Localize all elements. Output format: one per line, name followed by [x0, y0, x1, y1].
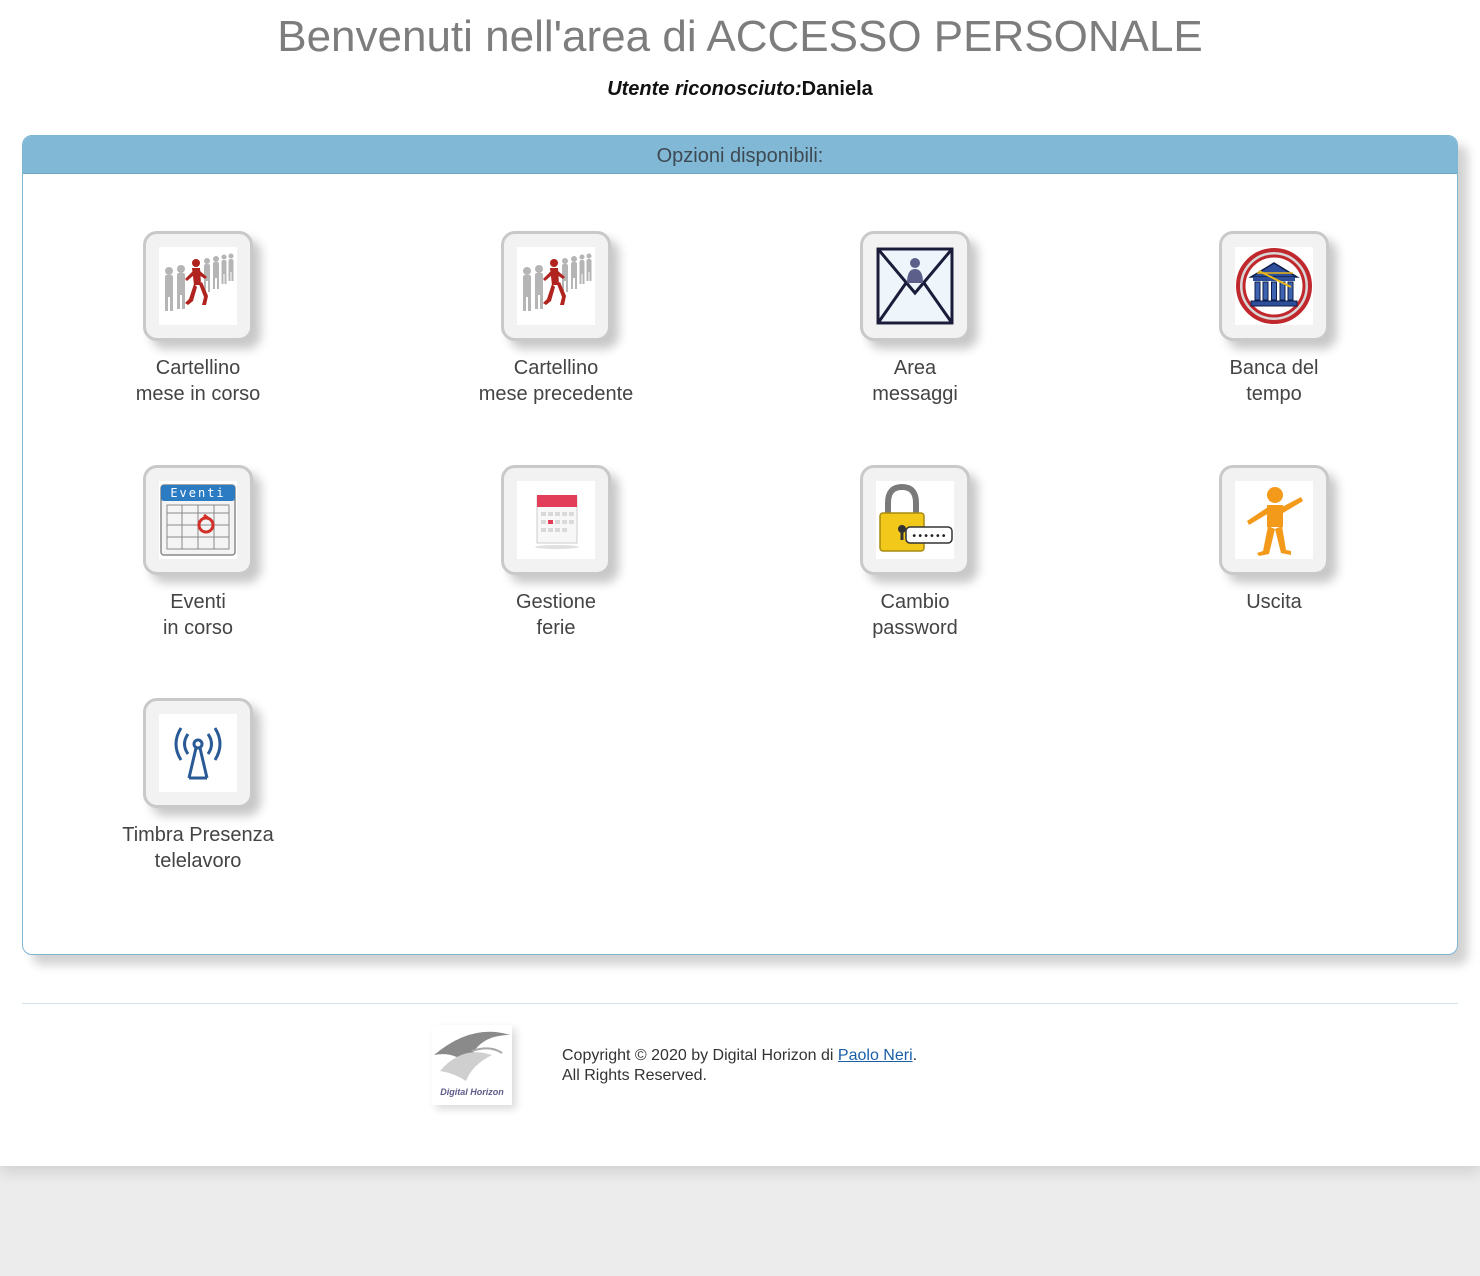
copyright-suffix: .	[912, 1047, 918, 1064]
footer-copyright: Copyright © 2020 by Digital Horizon di P…	[562, 1046, 917, 1086]
tile-label-line1: Gestione	[515, 591, 597, 613]
footer-logo: Digital Horizon	[432, 1025, 512, 1105]
tile-label[interactable]: Cambio password	[805, 589, 1025, 641]
page-title: Benvenuti nell'area di ACCESSO PERSONALE	[277, 12, 1203, 61]
tile-label[interactable]: Eventi in corso	[88, 589, 308, 641]
panel-header: Opzioni disponibili:	[23, 136, 1457, 174]
tile-label-line1: Uscita	[1246, 591, 1302, 613]
tile-label[interactable]: Gestione ferie	[446, 589, 666, 641]
tile-cartellino-mese-precedente[interactable]: Cartellino mese precedente	[446, 231, 666, 407]
tile-label-line1: Banca del	[1229, 357, 1319, 379]
footer-divider	[22, 1003, 1458, 1004]
tile-button[interactable]	[143, 231, 253, 341]
tile-label[interactable]: Uscita	[1164, 589, 1384, 615]
tile-button[interactable]	[1219, 231, 1329, 341]
tile-button[interactable]	[143, 698, 253, 808]
tile-gestione-ferie[interactable]: Gestione ferie	[446, 465, 666, 641]
antenna-icon	[174, 727, 222, 780]
tile-uscita[interactable]: Uscita	[1164, 465, 1384, 615]
author-link[interactable]: Paolo Neri	[838, 1047, 913, 1064]
tile-label[interactable]: Area messaggi	[805, 355, 1025, 407]
rights-text: All Rights Reserved.	[562, 1067, 707, 1084]
tile-area-messaggi[interactable]: Area messaggi	[805, 231, 1025, 407]
padlock-icon: ••••••	[879, 483, 953, 552]
person-icon	[1247, 487, 1303, 556]
tile-label-line1: Cambio	[880, 591, 950, 613]
tile-label-line2: tempo	[1246, 383, 1302, 405]
envelope-icon	[876, 247, 954, 325]
tile-label-line1: Cartellino	[155, 357, 241, 379]
tile-button[interactable]	[501, 465, 611, 575]
recognized-user: Utente riconosciuto:Daniela	[0, 78, 1480, 101]
tile-label[interactable]: Cartellino mese in corso	[88, 355, 308, 407]
tile-eventi-in-corso[interactable]: Eventi Eventi in corso	[88, 465, 308, 641]
tile-label-line1: Cartellino	[513, 357, 599, 379]
tile-label[interactable]: Timbra Presenza telelavoro	[88, 822, 308, 874]
bank-icon	[1236, 248, 1312, 324]
password-dots: ••••••	[911, 531, 946, 542]
tile-button[interactable]	[860, 231, 970, 341]
footer-logo-text: Digital Horizon	[440, 1087, 504, 1097]
tile-button[interactable]	[501, 231, 611, 341]
copyright-text: Copyright © 2020 by Digital Horizon di	[562, 1047, 838, 1064]
tile-timbra-presenza-telelavoro[interactable]: Timbra Presenza telelavoro	[88, 698, 308, 874]
calendar-icon	[535, 495, 579, 549]
tile-cambio-password[interactable]: •••••• Cambio password	[805, 465, 1025, 641]
tile-label-line1: Timbra Presenza	[122, 824, 274, 846]
calendar-events-icon: Eventi	[160, 484, 236, 556]
tile-label-line2: ferie	[536, 617, 576, 639]
page: Benvenuti nell'area di ACCESSO PERSONALE…	[0, 0, 1480, 1166]
runners-icon	[523, 253, 592, 311]
tile-cartellino-mese-in-corso[interactable]: Cartellino mese in corso	[88, 231, 308, 407]
tile-button[interactable]: ••••••	[860, 465, 970, 575]
tile-label-line2: messaggi	[872, 383, 958, 405]
tile-button[interactable]	[1219, 465, 1329, 575]
tile-label-line2: telelavoro	[154, 850, 242, 872]
tile-label[interactable]: Banca del tempo	[1164, 355, 1384, 407]
tile-label-line2: in corso	[162, 617, 234, 639]
calendar-events-text: Eventi	[170, 486, 225, 500]
tile-label[interactable]: Cartellino mese precedente	[446, 355, 666, 407]
tile-label-line1: Area	[893, 357, 937, 379]
tile-label-line2: password	[872, 617, 958, 639]
tile-label-line1: Eventi	[170, 591, 226, 613]
tile-label-line2: mese in corso	[135, 383, 261, 405]
tile-banca-del-tempo[interactable]: Banca del tempo	[1164, 231, 1384, 407]
user-name: Daniela	[801, 78, 873, 100]
runners-icon	[165, 253, 234, 311]
user-label: Utente riconosciuto:	[607, 78, 802, 100]
tile-button[interactable]: Eventi	[143, 465, 253, 575]
tile-label-line2: mese precedente	[478, 383, 634, 405]
options-panel: Opzioni disponibili: Cartellino mese in …	[22, 135, 1458, 955]
